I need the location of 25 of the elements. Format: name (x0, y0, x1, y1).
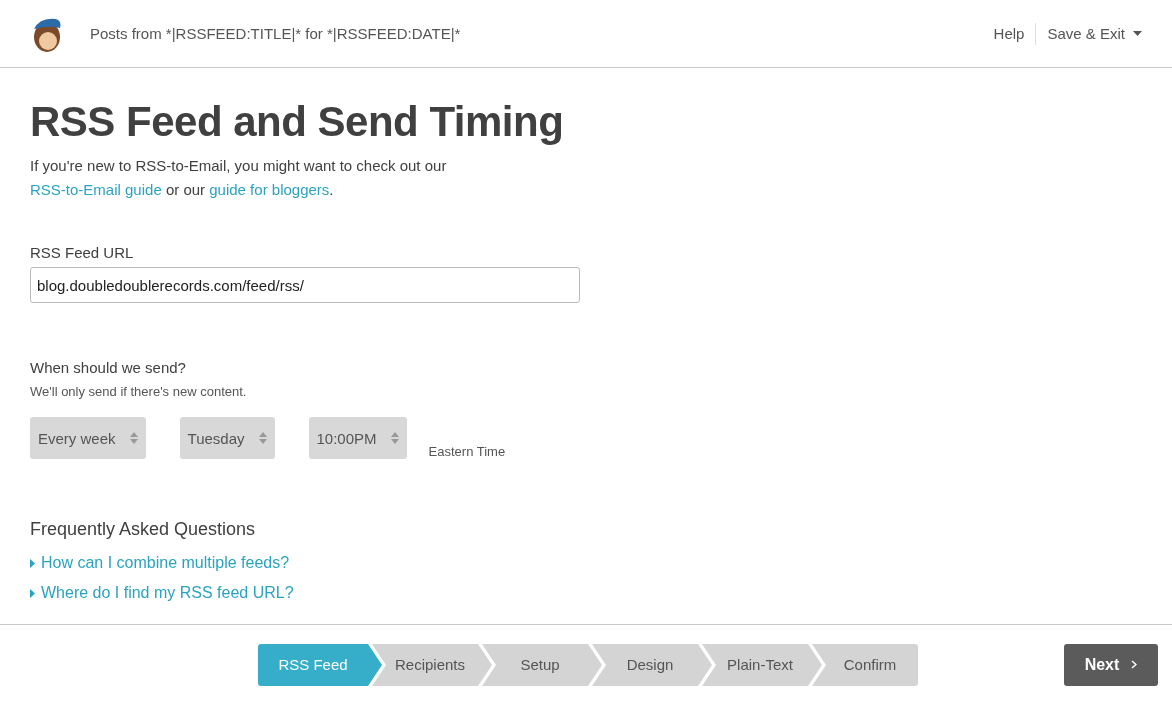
page-heading: RSS Feed and Send Timing (30, 98, 565, 146)
dropdown[interactable]: 10:00PM (308, 417, 407, 459)
faq-link[interactable]: Where do I find my RSS feed URL? (30, 584, 294, 602)
chevron-right-icon (1131, 660, 1138, 669)
timezone-text: Eastern Time (428, 444, 506, 459)
campaign-title: Posts from *|RSSFEED:TITLE|* for *|RSSFEED:DATE|* (90, 25, 462, 42)
next-button[interactable]: Next (1064, 643, 1158, 686)
faq-link[interactable]: How can I combine multiple feeds? (30, 554, 290, 572)
dropdown[interactable]: Tuesday (179, 417, 275, 459)
section-label: When should we send? (30, 359, 187, 376)
caret-icon (1133, 31, 1142, 36)
updown-arrows-icon (258, 432, 267, 444)
faq-heading: Frequently Asked Questions (30, 519, 257, 540)
dropdown[interactable]: Every week (30, 417, 146, 459)
updown-arrows-icon (129, 432, 138, 444)
triangle-icon (30, 558, 35, 568)
save-exit-menu[interactable]: Save & Exit (1047, 25, 1142, 42)
triangle-icon (30, 588, 35, 598)
updown-arrows-icon (390, 432, 399, 444)
intro-text: If you're new to RSS-to-Email, you might want to check out our RSS-to-Email guide or our guide for bloggers. (30, 156, 448, 200)
help-link[interactable]: Help (993, 22, 1037, 45)
guide-link[interactable]: RSS-to-Email guide (30, 181, 162, 198)
feed-url-field[interactable]: blog.doubledoublerecords.com/feed/rss/ (30, 267, 580, 303)
hint-text: We'll only send if there's new content. (30, 384, 248, 399)
field-label: RSS Feed URL (30, 244, 135, 261)
